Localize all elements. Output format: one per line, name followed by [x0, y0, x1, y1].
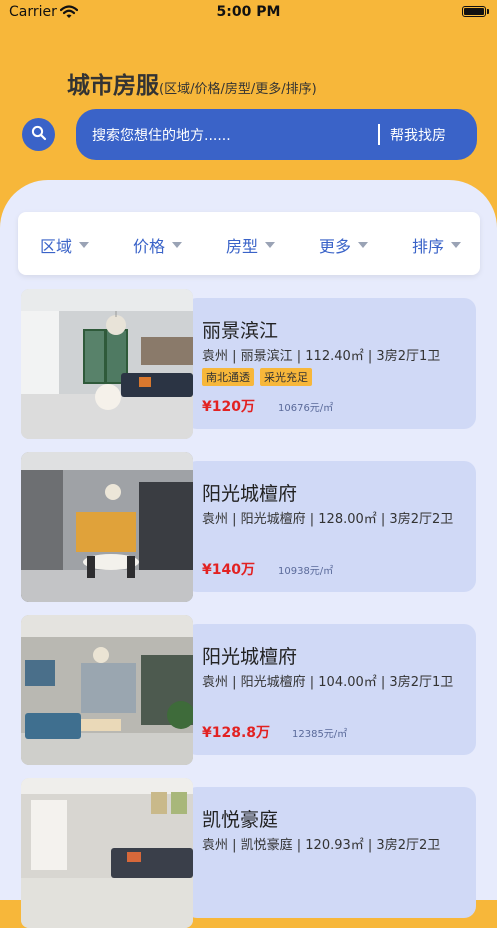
battery-cap	[487, 9, 489, 14]
listing-photo	[21, 452, 193, 602]
filter-more[interactable]: 更多	[319, 233, 369, 257]
search-button[interactable]	[22, 118, 55, 151]
caret-down-icon	[172, 242, 183, 248]
search-icon	[31, 125, 47, 145]
listing-card[interactable]: 凯悦豪庭 袁州 | 凯悦豪庭 | 120.93㎡ | 3房2厅2卫	[21, 778, 476, 928]
listing-tags: 南北通透 采光充足	[202, 368, 312, 386]
filter-label: 更多	[319, 237, 352, 256]
filter-label: 房型	[226, 237, 259, 256]
feature-tag: 南北通透	[202, 368, 254, 386]
filter-label: 价格	[133, 237, 166, 256]
listing-photo	[21, 615, 193, 765]
listing-photo	[21, 289, 193, 439]
listing-card[interactable]: 丽景滨江 袁州 | 丽景滨江 | 112.40㎡ | 3房2厅1卫 南北通透 采…	[21, 289, 476, 439]
battery-icon	[462, 6, 486, 17]
listing-meta: 袁州 | 阳光城檀府 | 104.00㎡ | 3房2厅1卫	[202, 675, 454, 690]
listing-title: 阳光城檀府	[202, 646, 298, 668]
page-title: 城市房服(区域/价格/房型/更多/排序)	[67, 66, 317, 100]
app-title-main: 城市房服	[67, 73, 159, 99]
status-bar: Carrier 5:00 PM	[0, 0, 497, 26]
filter-region[interactable]: 区域	[40, 233, 90, 257]
filter-label: 排序	[412, 237, 445, 256]
search-input[interactable]: 搜索您想住的地方......	[92, 125, 231, 145]
caret-down-icon	[451, 242, 462, 248]
search-bar[interactable]: 搜索您想住的地方...... 帮我找房	[76, 109, 477, 160]
caret-down-icon	[265, 242, 276, 248]
listing-unit-price: 10676元/㎡	[278, 403, 334, 414]
filter-room-type[interactable]: 房型	[226, 233, 276, 257]
caret-down-icon	[79, 242, 90, 248]
listing-card[interactable]: 阳光城檀府 袁州 | 阳光城檀府 | 128.00㎡ | 3房2厅2卫 ¥140…	[21, 452, 476, 602]
listing-price: ¥140万	[202, 562, 255, 578]
listing-unit-price: 12385元/㎡	[292, 729, 348, 740]
filter-price[interactable]: 价格	[133, 233, 183, 257]
listing-photo	[21, 778, 193, 928]
feature-tag: 采光充足	[260, 368, 312, 386]
listing-price: ¥128.8万	[202, 725, 271, 741]
app-title-subtitle: (区域/价格/房型/更多/排序)	[159, 82, 317, 97]
listing-title: 阳光城檀府	[202, 483, 298, 505]
listing-title: 凯悦豪庭	[202, 809, 279, 831]
listing-price: ¥120万	[202, 399, 255, 415]
listing-title: 丽景滨江	[202, 320, 279, 342]
status-time: 5:00 PM	[216, 4, 281, 20]
listing-meta: 袁州 | 丽景滨江 | 112.40㎡ | 3房2厅1卫	[202, 349, 441, 364]
listing-meta: 袁州 | 阳光城檀府 | 128.00㎡ | 3房2厅2卫	[202, 512, 454, 527]
listing-card[interactable]: 阳光城檀府 袁州 | 阳光城檀府 | 104.00㎡ | 3房2厅1卫 ¥128…	[21, 615, 476, 765]
listing-unit-price: 10938元/㎡	[278, 566, 334, 577]
listing-meta: 袁州 | 凯悦豪庭 | 120.93㎡ | 3房2厅2卫	[202, 838, 441, 853]
search-divider	[378, 124, 380, 145]
filter-label: 区域	[40, 237, 73, 256]
filter-sort[interactable]: 排序	[412, 233, 462, 257]
filter-bar: 区域 价格 房型 更多 排序	[18, 212, 480, 275]
find-house-button[interactable]: 帮我找房	[390, 125, 446, 145]
caret-down-icon	[358, 242, 369, 248]
